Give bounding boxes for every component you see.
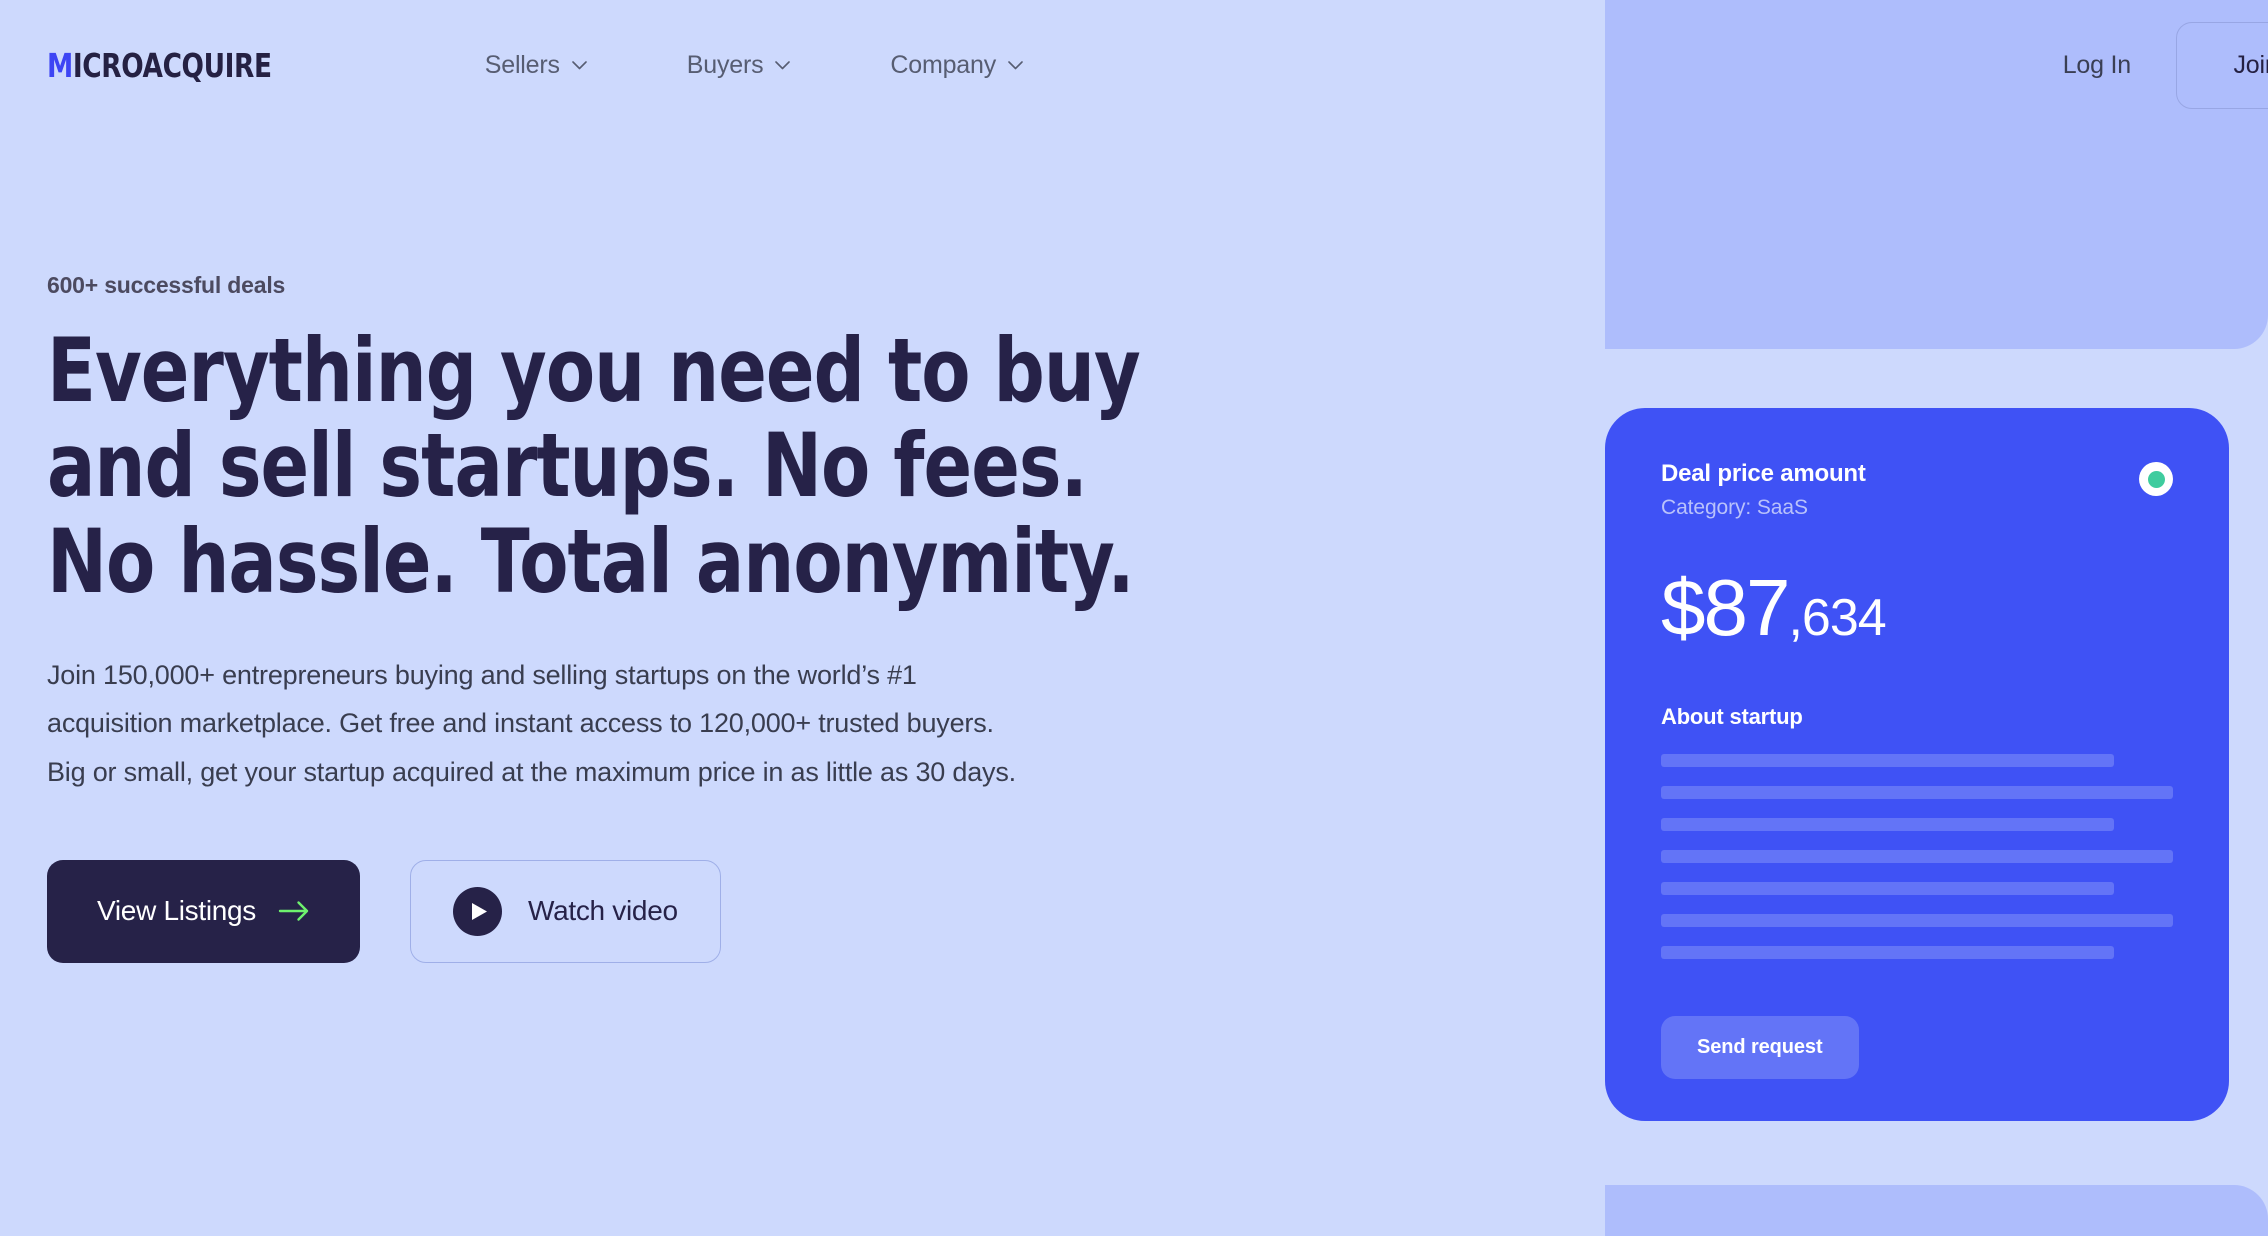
brand-logo[interactable]: MICROACQUIRE — [47, 46, 272, 85]
deal-card-amount: $87,634 — [1661, 567, 2173, 648]
view-listings-button[interactable]: View Listings — [47, 859, 361, 963]
logo-accent-letter: M — [47, 45, 73, 85]
headline-line-1: Everything you need to buy — [47, 319, 1141, 422]
hero-cta-row: View Listings Watch video — [47, 859, 1467, 963]
join-button[interactable]: Join — [2176, 21, 2268, 109]
subcopy-line-3: Big or small, get your startup acquired … — [47, 756, 1016, 787]
watch-video-button[interactable]: Watch video — [410, 859, 721, 963]
nav-item-label: Sellers — [484, 50, 560, 79]
subcopy-line-1: Join 150,000+ entrepreneurs buying and s… — [47, 660, 917, 691]
about-startup-skeleton-list — [1661, 753, 2173, 959]
nav-right-actions: Log In Join — [2063, 0, 2268, 130]
hero-subcopy: Join 150,000+ entrepreneurs buying and s… — [47, 651, 1287, 795]
watch-video-label: Watch video — [528, 895, 678, 927]
hero-eyebrow: 600+ successful deals — [47, 272, 286, 298]
deal-amount-minor: ,634 — [1788, 588, 1886, 647]
chevron-down-icon — [1008, 60, 1023, 70]
skeleton-line — [1661, 913, 2173, 927]
skeleton-line — [1661, 945, 2114, 959]
chevron-down-icon — [775, 60, 791, 70]
arrow-right-icon — [278, 900, 310, 922]
nav-item-buyers[interactable]: Buyers — [687, 51, 791, 80]
deal-card-header: Deal price amount Category: SaaS — [1661, 460, 2173, 520]
deal-price-card: Deal price amount Category: SaaS $87,634… — [1605, 408, 2229, 1121]
online-status-dot-icon — [2139, 462, 2173, 496]
view-listings-label: View Listings — [97, 895, 257, 927]
top-navigation-bar: MICROACQUIRE Sellers Buyers Company Log … — [0, 0, 2268, 130]
nav-item-label: Buyers — [686, 50, 764, 79]
deal-card-category: Category: SaaS — [1661, 495, 1808, 519]
play-icon — [453, 886, 503, 936]
send-request-button[interactable]: Send request — [1661, 1015, 1859, 1079]
nav-item-company[interactable]: Company — [890, 51, 1023, 80]
nav-item-sellers[interactable]: Sellers — [485, 51, 587, 80]
page-title: Everything you need to buy and sell star… — [47, 323, 1204, 609]
headline-line-2: and sell startups. No fees. — [47, 414, 1088, 518]
skeleton-line — [1661, 785, 2173, 799]
skeleton-line — [1661, 817, 2114, 831]
decorative-panel-bottom — [1605, 1185, 2268, 1236]
hero-section: 600+ successful deals Everything you nee… — [47, 272, 1467, 963]
subcopy-line-2: acquisition marketplace. Get free and in… — [47, 708, 994, 739]
login-link[interactable]: Log In — [2063, 51, 2132, 80]
nav-item-label: Company — [890, 50, 997, 79]
skeleton-line — [1661, 849, 2173, 863]
deal-card-title: Deal price amount — [1661, 460, 1866, 487]
deal-amount-major: $87 — [1661, 562, 1790, 652]
about-startup-title: About startup — [1661, 703, 1803, 729]
logo-text: ICROACQUIRE — [72, 45, 272, 85]
primary-nav-links: Sellers Buyers Company — [485, 51, 1023, 80]
deal-card-header-text: Deal price amount Category: SaaS — [1661, 460, 1866, 520]
chevron-down-icon — [571, 60, 587, 70]
headline-line-3: No hassle. Total anonymity. — [47, 509, 1135, 613]
skeleton-line — [1661, 753, 2114, 767]
skeleton-line — [1661, 881, 2114, 895]
